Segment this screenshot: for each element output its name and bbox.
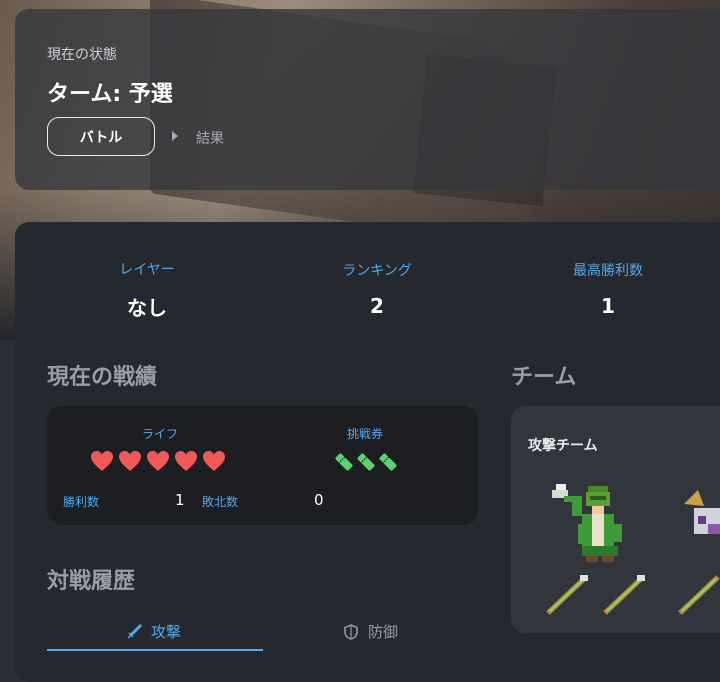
ticket-icon: [335, 453, 353, 471]
tab-attack[interactable]: 攻撃: [125, 621, 181, 642]
life-label: ライフ: [142, 427, 179, 441]
losses-value: 0: [314, 491, 324, 509]
losses-label: 敗北数: [202, 495, 239, 509]
max-wins-label: 最高勝利数: [573, 263, 643, 279]
team-name: 攻撃チーム: [528, 438, 598, 454]
sword-icon: [127, 623, 143, 639]
weapon-icon: [546, 575, 588, 615]
chevron-right-icon: [172, 131, 178, 141]
heart-icon: [91, 451, 113, 471]
weapon-icon: [603, 575, 645, 615]
status-panel: 現在の状態 ターム: 予選 バトル 結果: [15, 9, 720, 190]
status-caption: 現在の状態: [47, 47, 117, 63]
result-step[interactable]: 結果: [196, 128, 224, 148]
wins-value: 1: [175, 491, 185, 509]
ranking-value: 2: [370, 294, 384, 318]
status-title: ターム: 予選: [47, 82, 173, 107]
heart-icon: [175, 451, 197, 471]
layer-label: レイヤー: [119, 262, 175, 278]
weapon-icon: [678, 575, 720, 615]
tickets-label: 挑戦券: [347, 427, 384, 441]
team-title: チーム: [511, 365, 577, 390]
layer-value: なし: [127, 296, 167, 320]
wins-label: 勝利数: [63, 495, 100, 509]
challenge-tickets: [334, 452, 398, 472]
battle-step-button[interactable]: バトル: [47, 117, 155, 156]
wizard-sprite: [552, 484, 622, 562]
life-hearts: [90, 450, 226, 472]
ticket-icon: [357, 453, 375, 471]
heart-icon: [203, 451, 225, 471]
second-sprite: [684, 490, 720, 534]
battle-history-title: 対戦履歴: [47, 569, 136, 594]
heart-icon: [147, 451, 169, 471]
tab-attack-label: 攻撃: [151, 623, 182, 641]
ticket-icon: [379, 453, 397, 471]
max-wins-value: 1: [601, 294, 615, 318]
heart-icon: [119, 451, 141, 471]
shield-icon: [344, 623, 358, 640]
active-tab-indicator: [47, 649, 263, 651]
tab-defense[interactable]: 防御: [342, 621, 398, 642]
tab-defense-label: 防御: [368, 623, 399, 641]
current-record-title: 現在の戦績: [47, 365, 158, 390]
ranking-label: ランキング: [342, 263, 412, 279]
